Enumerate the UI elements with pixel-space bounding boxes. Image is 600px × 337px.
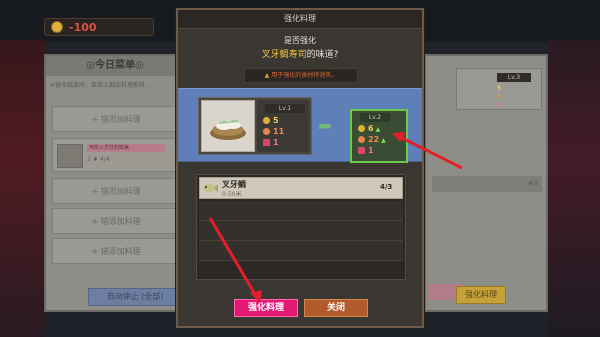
warning-icon: ▲ <box>264 72 270 79</box>
enhance-dish-dialog: 强化料理 是否强化 叉牙鲷寿司的味道? ▲ 用于强化的食材将消失。 Lv.1 5 … <box>176 8 424 328</box>
todays-menu-panel: ◎今日菜单◎ ※营业结束时，菜单上剩余料理都将… + 错添加料理 用炭火烹饪的鲜… <box>44 54 186 312</box>
taste-icon <box>263 128 270 135</box>
coin-counter: -100 <box>44 18 154 36</box>
current-heart-stat: 1 <box>263 138 279 147</box>
add-dish-slot[interactable]: + 错添加料理 <box>52 238 180 264</box>
ingredient-row[interactable]: 叉牙鲷 0-50米 4/3 <box>199 177 403 199</box>
current-level-card: Lv.1 5 11 1 <box>198 97 312 155</box>
empty-ingredient-row <box>199 221 403 241</box>
empty-ingredient-row <box>199 201 403 221</box>
add-dish-slot[interactable]: + 错添加料理 <box>52 178 180 204</box>
confirm-question-line1: 是否强化 <box>284 36 316 45</box>
confirm-question-line2: 叉牙鲷寿司的味道? <box>178 47 422 60</box>
next-coin-value: 6 <box>368 124 374 133</box>
enhance-button[interactable]: 强化料理 <box>234 299 298 317</box>
add-dish-slot[interactable]: + 错添加料理 <box>52 106 180 132</box>
current-coin-value: 5 <box>273 116 279 125</box>
warning-text: 用于强化的食材将消失。 <box>271 72 338 79</box>
sushi-dish-icon <box>210 119 246 140</box>
next-taste-stat: 22 ▲ <box>358 135 386 145</box>
dish-name: 叉牙鲷寿司 <box>261 50 307 60</box>
coin-value: -100 <box>69 20 97 34</box>
current-coin-stat: 5 <box>263 116 279 125</box>
next-level-card: Lv.2 6 ▲ 22 ▲ 1 <box>350 109 408 163</box>
next-level-label: Lv.2 <box>360 113 390 122</box>
add-dish-slot[interactable]: + 错添加料理 <box>52 208 180 234</box>
increase-arrow-icon: ▲ <box>375 126 381 133</box>
next-heart-stat: 1 <box>358 146 374 155</box>
detail-heart: 1 <box>497 101 502 108</box>
upgrade-arrows-icon: »» <box>318 119 331 133</box>
upgrade-preview: Lv.1 5 11 1 »» Lv.2 6 ▲ 22 ▲ 1 <box>178 88 422 163</box>
warning-banner: ▲ 用于强化的食材将消失。 <box>244 68 358 83</box>
dish-thumbnail <box>57 144 83 168</box>
current-taste-stat: 11 <box>263 127 284 136</box>
ingredient-size: 0-50米 <box>222 191 242 198</box>
menu-note: ※营业结束时，菜单上剩余料理都将… <box>50 82 152 89</box>
auto-stop-button[interactable]: 自动停止 (全部) <box>88 288 182 306</box>
next-taste-value: 22 <box>368 135 380 144</box>
close-button[interactable]: 关闭 <box>304 299 368 317</box>
fish-icon <box>203 184 218 192</box>
detail-row: 4/1 <box>432 176 542 192</box>
ingredient-list: 叉牙鲷 0-50米 4/3 <box>196 174 406 280</box>
question-suffix: 的味道? <box>306 50 339 60</box>
heart-icon <box>263 139 270 146</box>
current-heart-value: 1 <box>273 138 279 147</box>
dish-tag: 用炭火烹饪的鲜美… <box>87 144 165 152</box>
dish-detail-card: Lv.3 5 4 1 <box>456 68 542 110</box>
next-heart-value: 1 <box>368 146 374 155</box>
taste-icon <box>358 136 365 143</box>
todays-menu-title: ◎今日菜单◎ <box>46 56 184 76</box>
next-coin-stat: 6 ▲ <box>358 124 380 134</box>
menu-dish-card[interactable]: 用炭火烹饪的鲜美… 1 ♦ 4/4 <box>52 138 180 172</box>
empty-ingredient-row <box>199 241 403 261</box>
dish-meta: 1 ♦ 4/4 <box>87 156 110 163</box>
background-decoration-right <box>548 40 600 337</box>
coin-icon <box>263 117 270 124</box>
coin-icon <box>51 21 63 33</box>
current-stats: Lv.1 5 11 1 <box>257 100 309 152</box>
increase-arrow-icon: ▲ <box>381 137 386 144</box>
heart-icon <box>358 147 365 154</box>
dish-detail-panel: Lv.3 5 4 1 4/1 强化料理 <box>424 54 548 312</box>
detail-level: Lv.3 <box>497 73 531 82</box>
dish-image <box>201 100 255 152</box>
coin-icon <box>358 125 365 132</box>
ingredient-count: 4/3 <box>380 183 393 191</box>
current-level-label: Lv.1 <box>265 104 305 113</box>
current-taste-value: 11 <box>273 127 285 136</box>
dialog-title: 强化料理 <box>178 10 422 29</box>
detail-enhance-button[interactable]: 强化料理 <box>456 286 506 304</box>
background-decoration-left <box>0 40 46 337</box>
